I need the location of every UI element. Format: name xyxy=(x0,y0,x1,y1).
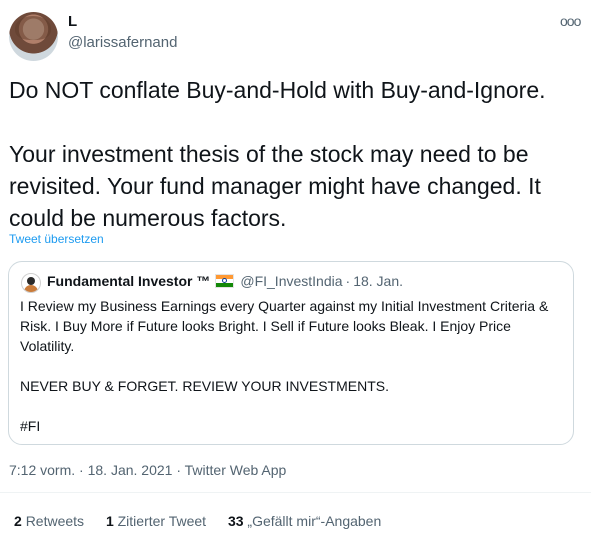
translate-tweet-link[interactable]: Tweet übersetzen xyxy=(9,232,104,246)
separator-dot: · xyxy=(176,462,182,478)
tweet-stats: 2 Retweets 1 Zitierter Tweet 33 „Gefällt… xyxy=(14,513,399,529)
likes-count: 33 xyxy=(227,513,244,529)
quoted-tweet-header: Fundamental Investor ™ @FI_InvestIndia · 18… xyxy=(47,273,403,289)
quote-tweets-label: Zitierter Tweet xyxy=(117,513,207,529)
author-avatar[interactable] xyxy=(9,12,58,61)
tweet-text: Do NOT conflate Buy-and-Hold with Buy-an… xyxy=(9,77,546,231)
separator-dot: · xyxy=(79,462,84,478)
retweets-stat[interactable]: 2 Retweets xyxy=(14,513,84,529)
tweet-source-app[interactable]: Twitter Web App xyxy=(185,462,287,478)
retweets-count: 2 xyxy=(14,513,22,529)
quoted-tweet-text: I Review my Business Earnings every Quar… xyxy=(20,298,549,434)
separator-dot: · xyxy=(345,273,351,289)
quoted-tweet-date: 18. Jan. xyxy=(353,273,404,289)
quote-tweets-stat[interactable]: 1 Zitierter Tweet xyxy=(106,513,206,529)
quote-tweets-count: 1 xyxy=(105,513,114,529)
tweet-time[interactable]: 7:12 vorm. xyxy=(9,462,75,478)
quoted-author-name: Fundamental Investor ™ xyxy=(47,273,211,289)
author-handle[interactable]: @larissafernand xyxy=(68,34,177,51)
quoted-author-handle: @FI_InvestIndia xyxy=(240,273,343,289)
retweets-label: Retweets xyxy=(25,513,85,529)
likes-stat[interactable]: 33 „Gefällt mir“-Angaben xyxy=(228,513,381,529)
author-name[interactable]: L xyxy=(68,13,77,30)
likes-label: „Gefällt mir“-Angaben xyxy=(247,513,382,529)
india-flag-icon xyxy=(215,274,235,288)
tweet-date[interactable]: 18. Jan. 2021 xyxy=(88,462,173,478)
divider xyxy=(0,492,591,493)
tweet-meta: 7:12 vorm. · 18. Jan. 2021 · Twitter Web… xyxy=(9,462,286,478)
quoted-tweet-card[interactable]: Fundamental Investor ™ @FI_InvestIndia · 18… xyxy=(8,261,574,445)
quoted-author-avatar[interactable] xyxy=(21,273,41,293)
more-horizontal-icon[interactable]: ooo xyxy=(560,12,581,30)
